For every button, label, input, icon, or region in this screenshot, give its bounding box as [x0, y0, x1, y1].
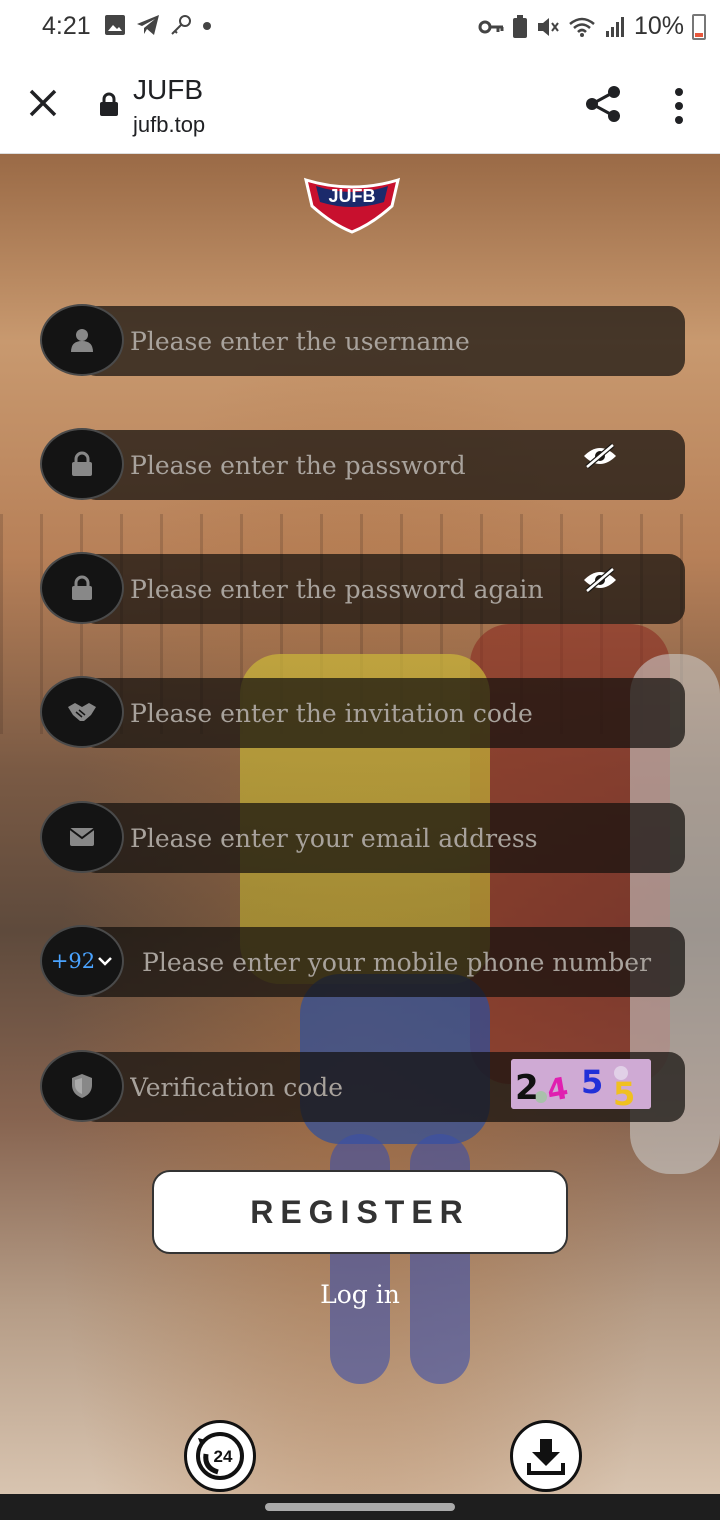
password-confirm-input[interactable] [130, 554, 560, 624]
invitation-input[interactable] [130, 678, 560, 748]
key-icon [171, 15, 191, 35]
share-icon[interactable] [584, 84, 624, 124]
status-bar: 4:21 10% [0, 0, 720, 56]
email-input[interactable] [130, 803, 560, 873]
handshake-icon-circle [40, 676, 124, 748]
verification-field: 2 4 5 5 [40, 1050, 685, 1122]
invitation-field [40, 676, 685, 748]
user-icon-circle [40, 304, 124, 376]
phone-field: +92 [40, 925, 685, 997]
page-title: JUFB [133, 74, 203, 105]
username-input[interactable] [130, 306, 560, 376]
battery-saver-icon [512, 14, 527, 38]
captcha-char: 5 [613, 1075, 635, 1109]
password-input[interactable] [130, 430, 560, 500]
login-link[interactable]: Log in [300, 1280, 420, 1309]
system-status: 10% [478, 12, 706, 41]
dot-icon [203, 22, 211, 30]
battery-percentage: 10% [633, 12, 684, 40]
handshake-icon [68, 703, 96, 721]
more-options-icon[interactable] [664, 86, 694, 126]
verification-input[interactable] [130, 1052, 500, 1122]
lock-icon [72, 451, 92, 476]
vpn-key-icon [478, 20, 504, 33]
mail-icon [69, 828, 95, 846]
email-field [40, 801, 685, 873]
captcha-char: 2 [515, 1068, 539, 1108]
svg-text:JUFB: JUFB [328, 186, 375, 206]
close-icon[interactable] [26, 86, 60, 120]
register-button[interactable]: REGISTER [152, 1170, 568, 1254]
support-24h-icon: 24 [196, 1432, 244, 1480]
eye-slash-icon[interactable] [582, 442, 618, 470]
eye-slash-icon[interactable] [582, 566, 618, 594]
lock-icon-circle [40, 428, 124, 500]
shield-icon [72, 1074, 92, 1098]
signal-icon [605, 16, 624, 37]
mail-icon-circle [40, 801, 124, 873]
lock-icon[interactable] [98, 92, 120, 116]
country-code-selector[interactable]: +92 [40, 925, 124, 997]
lock-icon [72, 575, 92, 600]
support-label: 24 [214, 1447, 233, 1466]
browser-toolbar: JUFB jufb.top [0, 56, 720, 154]
home-gesture-handle[interactable] [265, 1503, 455, 1511]
notification-icons [104, 14, 212, 36]
status-time: 4:21 [42, 12, 91, 40]
telegram-icon [137, 15, 159, 35]
captcha-image[interactable]: 2 4 5 5 [511, 1059, 651, 1109]
system-nav-bar [0, 1494, 720, 1520]
lock-icon-circle [40, 552, 124, 624]
shield-icon-circle [40, 1050, 124, 1122]
page-url[interactable]: jufb.top [133, 112, 205, 138]
country-code: +92 [50, 949, 96, 973]
support-button[interactable]: 24 [184, 1420, 256, 1492]
captcha-char: 5 [581, 1063, 603, 1101]
download-button[interactable] [510, 1420, 582, 1492]
wifi-icon [569, 17, 595, 37]
user-icon [71, 329, 93, 352]
download-icon [527, 1439, 565, 1475]
mute-icon [537, 17, 559, 36]
battery-icon [692, 13, 706, 40]
password-field [40, 428, 685, 500]
phone-input[interactable] [142, 927, 662, 997]
password-confirm-field [40, 552, 685, 624]
register-page: JUFB Please enter the username Please en… [0, 154, 720, 1494]
jufb-logo: JUFB [303, 177, 401, 234]
username-field [40, 304, 685, 376]
gallery-icon [105, 15, 125, 35]
chevron-down-icon [98, 957, 113, 966]
